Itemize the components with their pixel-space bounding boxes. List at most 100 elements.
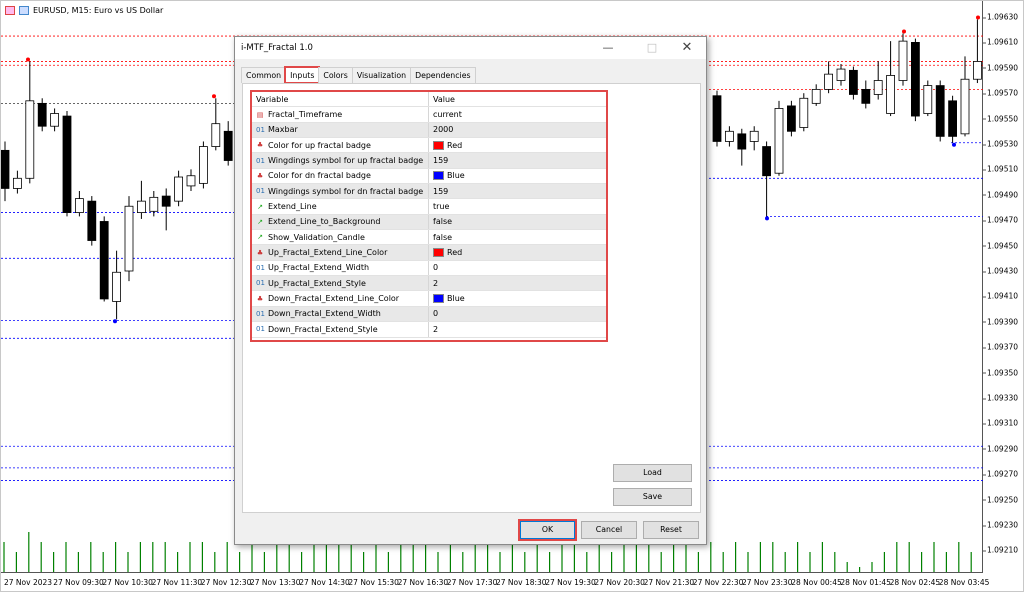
- value-cell[interactable]: 2: [429, 325, 438, 334]
- bear-candle: [861, 88, 871, 104]
- bull-candle: [136, 200, 146, 213]
- bear-candle: [1, 149, 10, 189]
- load-button[interactable]: Load: [613, 464, 692, 482]
- tab-common[interactable]: Common: [241, 67, 287, 83]
- table-row[interactable]: 01 Down_Fractal_Extend_Style 2: [252, 322, 606, 338]
- table-row[interactable]: ♣ Down_Fractal_Extend_Line_Color Blue: [252, 291, 606, 307]
- bull-candle: [873, 80, 883, 95]
- variable-value: 2: [433, 324, 439, 334]
- bear-candle: [911, 42, 920, 117]
- variable-value: false: [433, 217, 453, 227]
- value-cell[interactable]: 0: [429, 263, 438, 272]
- price-tick-label: 1.09330: [981, 393, 1019, 403]
- color-swatch: [433, 140, 444, 150]
- save-button[interactable]: Save: [613, 488, 692, 506]
- variable-value: true: [433, 202, 450, 212]
- variable-name: Wingdings symbol for up fractal badge: [268, 156, 424, 166]
- chart-type-icon[interactable]: [19, 6, 29, 15]
- table-row[interactable]: ↗ Show_Validation_Candle false: [252, 230, 606, 246]
- variable-value: 2: [433, 278, 439, 288]
- price-tick-label: 1.09230: [981, 520, 1019, 530]
- value-cell[interactable]: Red: [429, 248, 463, 258]
- table-row[interactable]: ↗ Extend_Line true: [252, 199, 606, 215]
- dialog-title-bar[interactable]: i-MTF_Fractal 1.0 — □ ✕: [235, 37, 706, 59]
- bear-candle: [62, 115, 72, 213]
- variable-name: Up_Fractal_Extend_Line_Color: [268, 248, 388, 258]
- value-cell[interactable]: 2: [429, 279, 438, 288]
- close-icon[interactable]: ✕: [672, 40, 702, 56]
- table-row[interactable]: ♣ Color for dn fractal badge Blue: [252, 168, 606, 185]
- table-row[interactable]: 01 Down_Fractal_Extend_Width 0: [252, 306, 606, 323]
- chart-list-icon[interactable]: [5, 6, 15, 15]
- tab-inputs[interactable]: Inputs: [284, 66, 321, 84]
- maximize-icon[interactable]: □: [637, 40, 667, 56]
- variable-name: Color for up fractal badge: [268, 140, 371, 150]
- value-cell[interactable]: Blue: [429, 294, 465, 304]
- price-tick-label: 1.09350: [981, 368, 1019, 378]
- value-cell[interactable]: Blue: [429, 171, 465, 181]
- column-header-variable: Variable: [256, 94, 289, 104]
- tab-colors[interactable]: Colors: [318, 67, 353, 83]
- table-row[interactable]: ♣ Up_Fractal_Extend_Line_Color Red: [252, 245, 606, 261]
- table-row[interactable]: 01 Up_Fractal_Extend_Style 2: [252, 276, 606, 292]
- price-tick-label: 1.09370: [981, 342, 1019, 352]
- minimize-icon[interactable]: —: [593, 40, 623, 56]
- cancel-button[interactable]: Cancel: [581, 521, 637, 539]
- color-swatch: [433, 294, 444, 304]
- bear-candle: [787, 105, 796, 132]
- value-cell[interactable]: 0: [429, 309, 438, 318]
- down-fractal-badge: [113, 319, 117, 324]
- tab-dependencies[interactable]: Dependencies: [410, 67, 476, 83]
- value-cell[interactable]: Red: [429, 140, 462, 150]
- value-cell[interactable]: false: [429, 217, 452, 226]
- price-tick-label: 1.09510: [981, 164, 1019, 174]
- time-tick-label: 27 Nov 14:30: [299, 578, 350, 587]
- table-row[interactable]: ▤ Fractal_Timeframe current: [252, 107, 606, 123]
- variable-name: Extend_Line_to_Background: [268, 217, 381, 227]
- table-row[interactable]: 01 Wingdings symbol for dn fractal badge 1…: [252, 184, 606, 200]
- color-type-icon: ♣: [256, 171, 264, 180]
- value-cell[interactable]: 2000: [429, 125, 453, 134]
- value-cell[interactable]: 159: [429, 156, 448, 165]
- value-cell[interactable]: current: [429, 110, 462, 119]
- bull-candle: [836, 68, 846, 81]
- price-tick-label: 1.09210: [981, 545, 1019, 555]
- bull-candle: [149, 196, 159, 212]
- price-tick-label: 1.09490: [981, 190, 1019, 200]
- bull-candle: [50, 113, 59, 127]
- variable-name: Extend_Line: [268, 202, 317, 212]
- tab-visualization[interactable]: Visualization: [351, 67, 412, 83]
- bull-candle: [898, 40, 908, 81]
- reset-button[interactable]: Reset: [643, 521, 699, 539]
- bear-candle: [161, 195, 171, 207]
- bull-candle: [960, 78, 970, 135]
- time-tick-label: 27 Nov 17:30: [446, 578, 498, 587]
- value-cell[interactable]: 159: [429, 187, 448, 196]
- variable-name: Show_Validation_Candle: [268, 232, 365, 242]
- table-row[interactable]: 01 Wingdings symbol for up fractal badge 1…: [252, 153, 606, 169]
- ok-button[interactable]: OK: [518, 519, 577, 541]
- variable-value: Red: [447, 248, 463, 258]
- bear-candle: [762, 146, 771, 177]
- bear-candle: [223, 130, 233, 161]
- price-tick-label: 1.09410: [981, 291, 1019, 301]
- price-tick-label: 1.09610: [981, 37, 1019, 47]
- time-tick-label: 27 Nov 15:30: [348, 578, 399, 587]
- table-row[interactable]: 01 Maxbar 2000: [252, 122, 606, 139]
- bear-candle: [849, 69, 858, 95]
- table-row[interactable]: ↗ Extend_Line_to_Background false: [252, 214, 606, 231]
- value-cell[interactable]: true: [429, 202, 449, 211]
- price-tick-label: 1.09270: [981, 469, 1019, 479]
- table-header: Variable Value: [252, 92, 606, 108]
- up-fractal-badge: [26, 57, 30, 62]
- price-tick-label: 1.09250: [981, 495, 1019, 505]
- bull-candle: [923, 85, 933, 114]
- bear-candle: [712, 95, 722, 142]
- bull-candle: [25, 100, 35, 179]
- variable-value: 0: [433, 309, 439, 319]
- bull-candle: [824, 73, 833, 90]
- table-row[interactable]: ♣ Color for up fractal badge Red: [252, 138, 606, 154]
- value-cell[interactable]: false: [429, 233, 452, 242]
- bool-type-icon: ↗: [257, 233, 263, 242]
- table-row[interactable]: 01 Up_Fractal_Extend_Width 0: [252, 260, 606, 277]
